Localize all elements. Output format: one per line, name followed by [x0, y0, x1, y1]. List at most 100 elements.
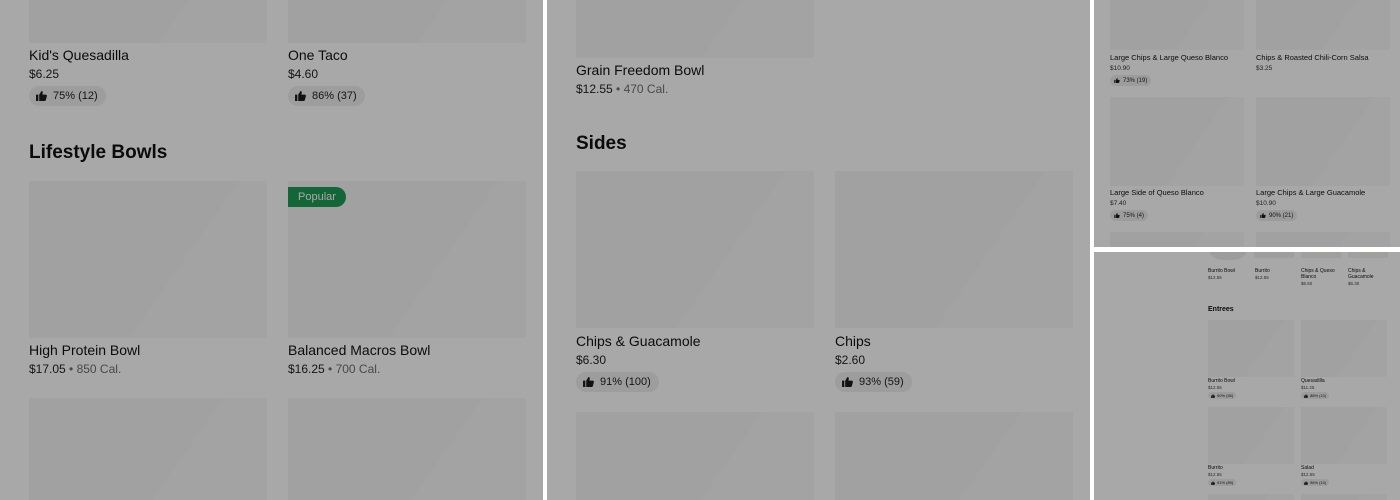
item-image[interactable] — [576, 171, 814, 328]
thumbs-up-icon — [1211, 480, 1215, 485]
section-title: Lifestyle Bowls — [29, 142, 168, 163]
item-image[interactable] — [29, 0, 267, 43]
item-image[interactable] — [1301, 494, 1387, 500]
item-price: $10.90 — [1110, 65, 1130, 72]
carousel-item-name[interactable]: Chips & Queso Blanco — [1301, 268, 1341, 280]
item-image[interactable] — [1110, 97, 1244, 186]
rating-text: 75% (12) — [53, 90, 98, 102]
item-name[interactable]: Grain Freedom Bowl — [576, 62, 704, 78]
rating-badge: 73% (19) — [1110, 75, 1152, 86]
item-name[interactable]: Large Chips & Large Guacamole — [1256, 188, 1365, 197]
popular-badge: Popular — [288, 187, 346, 207]
item-price: $16.25 — [288, 362, 325, 376]
menu-panel-sides: Grain Freedom Bowl $12.55 • 470 Cal. Sid… — [547, 0, 1090, 500]
item-name[interactable]: Salad — [1301, 465, 1314, 471]
rating-text: 96% (10) — [1310, 480, 1327, 485]
item-name[interactable]: One Taco — [288, 47, 348, 63]
rating-text: 75% (4) — [1123, 212, 1145, 219]
rating-badge: 90% (56) — [1208, 392, 1237, 399]
item-price: $6.30 — [576, 353, 607, 367]
item-price: $12.55 — [1301, 472, 1315, 477]
carousel-image[interactable] — [1301, 252, 1341, 258]
item-name[interactable]: Burrito Bowl — [1208, 378, 1235, 384]
item-image[interactable] — [288, 0, 526, 43]
rating-text: 90% (56) — [1217, 393, 1234, 398]
item-image[interactable] — [1208, 407, 1294, 464]
item-image[interactable] — [576, 0, 814, 58]
thumbs-up-icon — [1114, 213, 1120, 218]
carousel-item-name[interactable]: Burrito Bowl — [1208, 268, 1235, 274]
item-price: $12.55 — [1208, 385, 1222, 390]
carousel-item-price: $6.50 — [1301, 281, 1313, 286]
item-price: $11.25 — [1301, 385, 1315, 390]
thumbs-up-icon — [36, 91, 47, 101]
item-image[interactable] — [29, 398, 267, 500]
item-image[interactable] — [835, 412, 1073, 500]
thumbs-up-icon — [1304, 480, 1308, 485]
item-price: $12.55 — [576, 82, 613, 96]
thumbs-up-icon — [1114, 78, 1120, 83]
item-image[interactable] — [1301, 320, 1387, 377]
item-price: $12.55 — [1208, 472, 1222, 477]
carousel-image[interactable] — [1348, 252, 1388, 258]
item-name[interactable]: Balanced Macros Bowl — [288, 342, 430, 358]
item-calories: 470 Cal. — [623, 82, 669, 96]
thumbs-up-icon — [295, 91, 306, 101]
item-image[interactable] — [576, 412, 814, 500]
item-name[interactable]: Chips & Roasted Chili-Corn Salsa — [1256, 53, 1369, 62]
carousel-image[interactable] — [1254, 252, 1294, 258]
item-name[interactable]: Quesadilla — [1301, 378, 1325, 384]
thumbs-up-icon — [583, 377, 594, 387]
item-name[interactable]: Burrito — [1208, 465, 1223, 471]
item-price: $7.40 — [1110, 200, 1127, 207]
item-image[interactable] — [1301, 407, 1387, 464]
item-name[interactable]: Large Chips & Large Queso Blanco — [1110, 53, 1228, 62]
thumbs-up-icon — [1260, 213, 1266, 218]
rating-badge: 90% (21) — [1256, 210, 1298, 221]
rating-text: 73% (19) — [1123, 77, 1148, 84]
item-image[interactable] — [835, 171, 1073, 328]
rating-text: 91% (100) — [600, 376, 651, 388]
carousel-item-price: $12.55 — [1255, 275, 1269, 280]
item-image[interactable] — [1208, 494, 1294, 500]
rating-text: 86% (37) — [312, 90, 357, 102]
item-name[interactable]: Kid's Quesadilla — [29, 47, 129, 63]
item-image[interactable] — [29, 181, 267, 338]
item-image[interactable] — [1208, 320, 1294, 377]
item-image[interactable] — [1256, 97, 1390, 186]
item-name[interactable]: Chips — [835, 333, 871, 349]
item-name[interactable]: Chips & Guacamole — [576, 333, 701, 349]
item-price: $17.05 — [29, 362, 66, 376]
item-price: $3.25 — [1256, 65, 1273, 72]
rating-badge: 96% (10) — [1301, 479, 1330, 486]
carousel-item-name[interactable]: Chips & Guacamole — [1348, 268, 1388, 280]
menu-panel-chips: Large Chips & Large Queso Blanco $10.90 … — [1094, 0, 1400, 247]
thumbs-up-icon — [1211, 393, 1215, 398]
carousel-item-price: $6.30 — [1348, 281, 1360, 286]
section-title: Sides — [576, 133, 627, 154]
thumbs-up-icon — [842, 377, 853, 387]
rating-badge: 75% (4) — [1110, 210, 1149, 221]
item-price: $4.60 — [288, 67, 319, 81]
rating-badge: 93% (59) — [835, 372, 912, 392]
item-price: $10.90 — [1256, 200, 1276, 207]
item-name[interactable]: Large Side of Queso Blanco — [1110, 188, 1204, 197]
carousel-item-name[interactable]: Burrito — [1255, 268, 1270, 274]
rating-text: 88% (10) — [1310, 393, 1327, 398]
rating-badge: 86% (37) — [288, 86, 365, 106]
item-image[interactable] — [1256, 232, 1390, 247]
item-price-line: $16.25 • 700 Cal. — [288, 362, 381, 376]
item-image[interactable] — [288, 398, 526, 500]
item-image[interactable] — [1110, 0, 1244, 50]
item-image[interactable] — [1256, 0, 1390, 50]
menu-panel-kids-and-bowls: Kid's Quesadilla $6.25 75% (12) One Taco… — [0, 0, 543, 500]
rating-badge: 91% (100) — [576, 372, 659, 392]
carousel-image[interactable] — [1208, 252, 1248, 260]
item-price-line: $17.05 • 850 Cal. — [29, 362, 122, 376]
item-name[interactable]: High Protein Bowl — [29, 342, 140, 358]
rating-badge: 75% (12) — [29, 86, 106, 106]
item-calories: 700 Cal. — [335, 362, 381, 376]
item-price: $2.60 — [835, 353, 866, 367]
item-image[interactable] — [1110, 232, 1244, 247]
item-price: $6.25 — [29, 67, 60, 81]
